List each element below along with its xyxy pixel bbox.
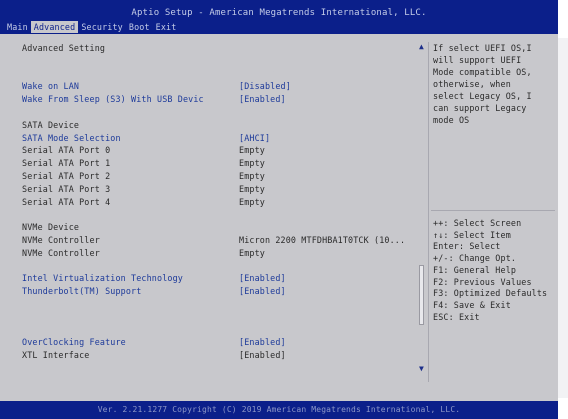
setting-row: XTL Interface [Enabled] <box>22 349 414 361</box>
setting-row: Serial ATA Port 2 Empty <box>22 170 414 182</box>
help-line: will support UEFI <box>433 55 522 65</box>
spacer-row <box>22 208 414 220</box>
setting-value: Empty <box>239 158 265 169</box>
setting-row: NVMe Controller Empty <box>22 247 414 259</box>
setting-label: Serial ATA Port 3 <box>22 183 111 194</box>
bios-screen: Aptio Setup - American Megatrends Intern… <box>0 0 558 419</box>
setting-label: Serial ATA Port 0 <box>22 145 111 156</box>
setting-value: Empty <box>239 247 265 258</box>
setting-label: OS Support <box>22 68 74 79</box>
setting-value[interactable]: [Enabled] <box>239 336 286 348</box>
setting-row[interactable]: SATA Mode Selection [AHCI] <box>22 132 414 144</box>
setting-row[interactable]: OS Support [UEFI OS] <box>22 68 414 80</box>
setting-label: Serial ATA Port 2 <box>22 171 111 181</box>
help-line: otherwise, when <box>433 79 511 89</box>
setting-label: Serial ATA Port 4 <box>22 196 111 207</box>
setting-row[interactable]: Intel Virtualization Technology [Enabled] <box>22 272 414 284</box>
key-previous-values: F2: Previous Values <box>433 276 532 287</box>
setting-value: Micron 2200 MTFDHBA1T0TCK (10... <box>239 235 406 245</box>
setting-row: NVMe Controller Micron 2200 MTFDHBA1T0TCK… <box>22 234 414 246</box>
setting-value: Empty <box>239 196 265 207</box>
setting-value[interactable]: [Enabled] <box>239 285 286 297</box>
setting-label: NVMe Controller <box>22 247 100 258</box>
setting-row: SATA Device <box>22 119 414 131</box>
setting-label: Serial ATA Port 1 <box>22 158 111 169</box>
help-panel: If select UEFI OS,I will support UEFI Mo… <box>428 42 557 382</box>
tab-advanced[interactable]: Advanced <box>30 21 79 33</box>
scrollbar[interactable]: ▲ ▼ <box>417 42 426 373</box>
tab-security[interactable]: Security <box>78 21 126 33</box>
setting-value: [Enabled] <box>239 350 286 361</box>
help-line: Mode compatible OS, <box>433 67 532 77</box>
setting-label: Thunderbolt(TM) Support <box>22 286 142 297</box>
scroll-up-arrow-icon[interactable]: ▲ <box>417 42 426 51</box>
setting-row: Serial ATA Port 3 Empty <box>22 183 414 195</box>
setting-value[interactable]: [Enabled] <box>239 93 286 105</box>
key-select-screen: ++: Select Screen <box>433 218 522 228</box>
key-enter: Enter: Select <box>433 241 501 252</box>
setting-row[interactable]: Wake on LAN [Disabled] <box>22 80 414 92</box>
help-text: If select UEFI OS,I will support UEFI Mo… <box>433 42 557 126</box>
screen-edge <box>558 38 568 398</box>
key-select-item: ↑↓: Select Item <box>433 229 511 240</box>
setting-label: Advanced Setting <box>22 43 106 53</box>
spacer-row <box>22 106 414 118</box>
setting-label: SATA Mode Selection <box>22 132 121 143</box>
setting-row[interactable]: Wake From Sleep (S3) With USB Devic [Enab… <box>22 93 414 105</box>
spacer-row <box>22 298 414 310</box>
setting-row[interactable]: Thunderbolt(TM) Support [Enabled] <box>22 285 414 297</box>
setting-value[interactable]: [UEFI OS] <box>239 68 286 80</box>
spacer-row <box>22 324 414 336</box>
key-esc-exit: ESC: Exit <box>433 311 480 322</box>
key-save-exit: F4: Save & Exit <box>433 299 511 310</box>
spacer-row <box>22 260 414 272</box>
setting-row: Serial ATA Port 0 Empty <box>22 144 414 156</box>
setting-row: NVMe Device <box>22 221 414 233</box>
tab-boot[interactable]: Boot <box>126 21 153 33</box>
setting-label: SATA Device <box>22 119 80 130</box>
setting-label: XTL Interface <box>22 350 90 361</box>
key-change-opt: +/-: Change Opt. <box>433 253 517 264</box>
scroll-track[interactable] <box>419 54 424 362</box>
setting-value: Empty <box>239 183 265 194</box>
setting-row: Serial ATA Port 1 Empty <box>22 157 414 169</box>
key-optimized-defaults: F3: Optimized Defaults <box>433 288 548 299</box>
tab-exit[interactable]: Exit <box>153 21 180 33</box>
help-divider <box>431 210 555 211</box>
setting-label: Wake on LAN <box>22 81 80 92</box>
help-line: If select UEFI OS,I <box>433 43 532 53</box>
help-line: mode OS <box>433 115 470 125</box>
setting-row[interactable]: OverClocking Feature [Enabled] <box>22 336 414 348</box>
key-general-help: F1: General Help <box>433 264 517 275</box>
setting-label: NVMe Controller <box>22 235 100 245</box>
help-line: select Legacy OS, I <box>433 91 532 101</box>
setting-value: Empty <box>239 145 265 156</box>
setting-label: OverClocking Feature <box>22 337 126 348</box>
help-line: can support Legacy <box>433 103 527 113</box>
setting-value: Empty <box>239 171 265 181</box>
setting-label: NVMe Device <box>22 222 80 233</box>
copyright-footer: Ver. 2.21.1277 Copyright (C) 2019 Americ… <box>97 405 461 414</box>
setting-value[interactable]: [Enabled] <box>239 272 286 284</box>
tab-bar: Main Advanced Security Boot Exit <box>4 21 179 33</box>
tab-main[interactable]: Main <box>4 21 31 33</box>
window-title: Aptio Setup - American Megatrends Intern… <box>131 8 427 18</box>
spacer-row <box>22 55 414 67</box>
footer-bar: Ver. 2.21.1277 Copyright (C) 2019 Americ… <box>0 401 558 419</box>
setting-value[interactable]: [Disabled] <box>239 80 291 92</box>
scroll-down-arrow-icon[interactable]: ▼ <box>417 364 426 373</box>
setting-row: Advanced Setting <box>22 42 414 54</box>
setting-label: Intel Virtualization Technology <box>22 273 183 284</box>
setting-value[interactable]: [AHCI] <box>239 132 270 144</box>
setting-row: Serial ATA Port 4 Empty <box>22 196 414 208</box>
settings-panel: Advanced Setting OS Support [UEFI OS] Wake … <box>22 42 414 382</box>
key-legend: ++: Select Screen ↑↓: Select Item Enter:… <box>433 218 557 323</box>
setting-label: Wake From Sleep (S3) With USB Devic <box>22 94 204 105</box>
spacer-row <box>22 311 414 323</box>
scroll-thumb[interactable] <box>419 265 424 325</box>
header-bar: Aptio Setup - American Megatrends Intern… <box>0 0 558 34</box>
